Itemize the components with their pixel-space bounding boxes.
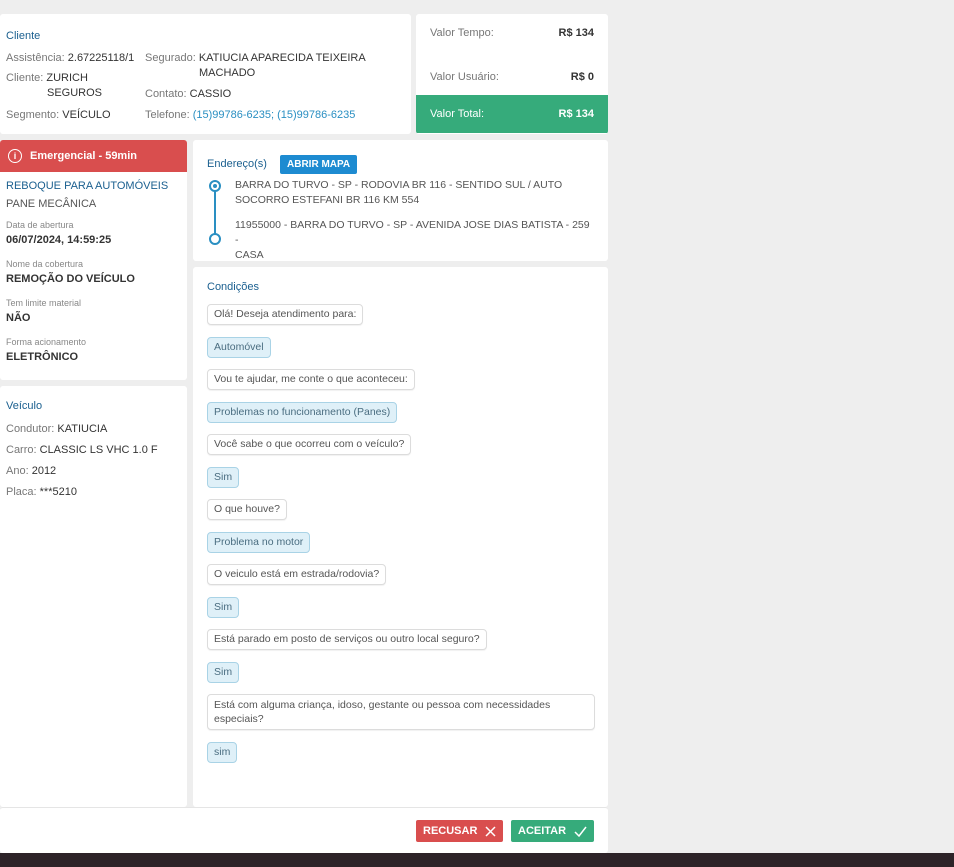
chat-question: O veiculo está em estrada/rodovia? xyxy=(207,564,387,585)
total-value: R$ 134 xyxy=(558,108,594,120)
contact-value: CASSIO xyxy=(189,88,232,100)
segment-row: Segmento: VEÍCULO xyxy=(6,108,111,122)
client-value-2: SEGUROS xyxy=(47,87,103,99)
accept-label: ACEITAR xyxy=(518,825,567,837)
time-value: R$ 134 xyxy=(558,27,594,39)
destination-address-line-2: CASA xyxy=(235,249,264,261)
vehicle-card: Veículo Condutor: KATIUCIA Carro: CLASSI… xyxy=(0,386,187,807)
chat-answer: Sim xyxy=(207,662,240,683)
driver-row: Condutor: KATIUCIA xyxy=(6,423,107,435)
info-icon: i xyxy=(8,149,22,163)
service-name: REBOQUE PARA AUTOMÓVEIS xyxy=(6,180,169,192)
conditions-title: Condições xyxy=(207,281,259,293)
chat-answer: Automóvel xyxy=(207,337,271,358)
route-line xyxy=(214,186,216,235)
contact-label: Contato: xyxy=(145,88,187,100)
check-icon xyxy=(574,826,587,837)
values-card: Valor Tempo: R$ 134 Valor Usuário: R$ 0 … xyxy=(416,14,608,134)
destination-address-line-1: 11955000 - BARRA DO TURVO - SP - AVENIDA… xyxy=(235,219,590,246)
chat-question: Vou te ajudar, me conte o que aconteceu: xyxy=(207,369,415,390)
destination-marker-icon xyxy=(209,233,221,245)
chat-question: Olá! Deseja atendimento para: xyxy=(207,304,364,325)
chat-question: Está parado em posto de serviços ou outr… xyxy=(207,629,487,650)
limit-label: Tem limite material xyxy=(6,298,82,308)
trigger-label: Forma acionamento xyxy=(6,337,87,347)
address-card: Endereço(s) ABRIR MAPA BARRA DO TURVO - … xyxy=(193,140,608,261)
opened-value: 06/07/2024, 14:59:25 xyxy=(6,234,112,246)
vehicle-title: Veículo xyxy=(6,400,43,412)
insured-value: KATIUCIA APARECIDA TEIXEIRA xyxy=(198,52,366,64)
year-label: Ano: xyxy=(6,465,29,477)
time-value-row: Valor Tempo: R$ 134 xyxy=(416,14,608,52)
driver-label: Condutor: xyxy=(6,423,55,435)
chat-answer: sim xyxy=(207,742,238,763)
coverage-value: REMOÇÃO DO VEÍCULO xyxy=(6,273,135,285)
assist-label: Assistência: xyxy=(6,52,65,64)
origin-address-line-2: SOCORRO ESTEFANI BR 116 KM 554 xyxy=(235,194,420,206)
total-value-row: Valor Total: R$ 134 xyxy=(416,95,608,133)
emergency-header: i Emergencial - 59min xyxy=(0,140,187,172)
car-value: CLASSIC LS VHC 1.0 F xyxy=(39,444,158,456)
year-row: Ano: 2012 xyxy=(6,465,56,477)
phone-row: Telefone: (15)99786-6235; (15)99786-6235 xyxy=(145,108,355,122)
chat-answer: Sim xyxy=(207,467,240,488)
insured-row: Segurado: KATIUCIA APARECIDA TEIXEIRA xyxy=(145,51,366,65)
opened-label: Data de abertura xyxy=(6,220,74,230)
accept-button[interactable]: ACEITAR xyxy=(511,820,595,842)
client-label: Cliente: xyxy=(6,72,44,84)
assist-value: 2.67225118/1 xyxy=(67,52,135,64)
emergency-title: Emergencial - 59min xyxy=(30,150,137,162)
action-footer: RECUSAR ACEITAR xyxy=(0,807,608,853)
client-row: Cliente: ZURICH xyxy=(6,71,88,85)
refuse-label: RECUSAR xyxy=(423,825,478,837)
chat-question: O que houve? xyxy=(207,499,287,520)
chat-answer: Problema no motor xyxy=(207,532,311,553)
plate-label: Placa: xyxy=(6,486,37,498)
client-title: Cliente xyxy=(6,30,41,42)
close-icon xyxy=(485,825,496,837)
problem-name: PANE MECÂNICA xyxy=(6,198,97,210)
destination-address: 11955000 - BARRA DO TURVO - SP - AVENIDA… xyxy=(235,218,595,263)
year-value: 2012 xyxy=(31,465,57,477)
user-value: R$ 0 xyxy=(570,71,594,83)
plate-value: ***5210 xyxy=(39,486,77,498)
client-card: Cliente Assistência: 2.67225118/1 Client… xyxy=(0,14,411,134)
chat-answer: Problemas no funcionamento (Panes) xyxy=(207,402,398,423)
time-value-label: Valor Tempo: xyxy=(430,27,494,39)
phone-label: Telefone: xyxy=(145,109,190,121)
origin-address-line-1: BARRA DO TURVO - SP - RODOVIA BR 116 - S… xyxy=(235,179,563,191)
chat-question: Você sabe o que ocorreu com o veículo? xyxy=(207,434,412,455)
emergency-card: i Emergencial - 59min REBOQUE PARA AUTOM… xyxy=(0,140,187,380)
user-value-label: Valor Usuário: xyxy=(430,71,499,83)
car-row: Carro: CLASSIC LS VHC 1.0 F xyxy=(6,444,158,456)
car-label: Carro: xyxy=(6,444,37,456)
origin-marker-icon xyxy=(209,180,221,192)
chat-answer: Sim xyxy=(207,597,240,618)
driver-value: KATIUCIA xyxy=(57,423,108,435)
chat-question: Está com alguma criança, idoso, gestante… xyxy=(207,694,595,730)
open-map-button[interactable]: ABRIR MAPA xyxy=(280,155,358,174)
assist-row: Assistência: 2.67225118/1 xyxy=(6,51,134,65)
plate-row: Placa: ***5210 xyxy=(6,486,77,498)
limit-value: NÃO xyxy=(6,312,31,324)
segment-value: VEÍCULO xyxy=(62,109,111,121)
bottom-bar xyxy=(0,853,954,867)
user-value-row: Valor Usuário: R$ 0 xyxy=(416,58,608,96)
coverage-label: Nome da cobertura xyxy=(6,259,84,269)
segment-label: Segmento: xyxy=(6,109,60,121)
refuse-button[interactable]: RECUSAR xyxy=(416,820,504,842)
conditions-card: Condições Olá! Deseja atendimento para: … xyxy=(193,267,608,807)
total-value-label: Valor Total: xyxy=(430,108,485,120)
trigger-value: ELETRÔNICO xyxy=(6,351,79,363)
insured-label: Segurado: xyxy=(145,52,196,64)
client-value: ZURICH xyxy=(46,72,88,84)
contact-row: Contato: CASSIO xyxy=(145,87,231,101)
origin-address: BARRA DO TURVO - SP - RODOVIA BR 116 - S… xyxy=(235,178,595,208)
address-title: Endereço(s) xyxy=(207,158,267,170)
insured-value-2: MACHADO xyxy=(199,67,256,79)
phone-link[interactable]: (15)99786-6235; (15)99786-6235 xyxy=(193,109,356,121)
